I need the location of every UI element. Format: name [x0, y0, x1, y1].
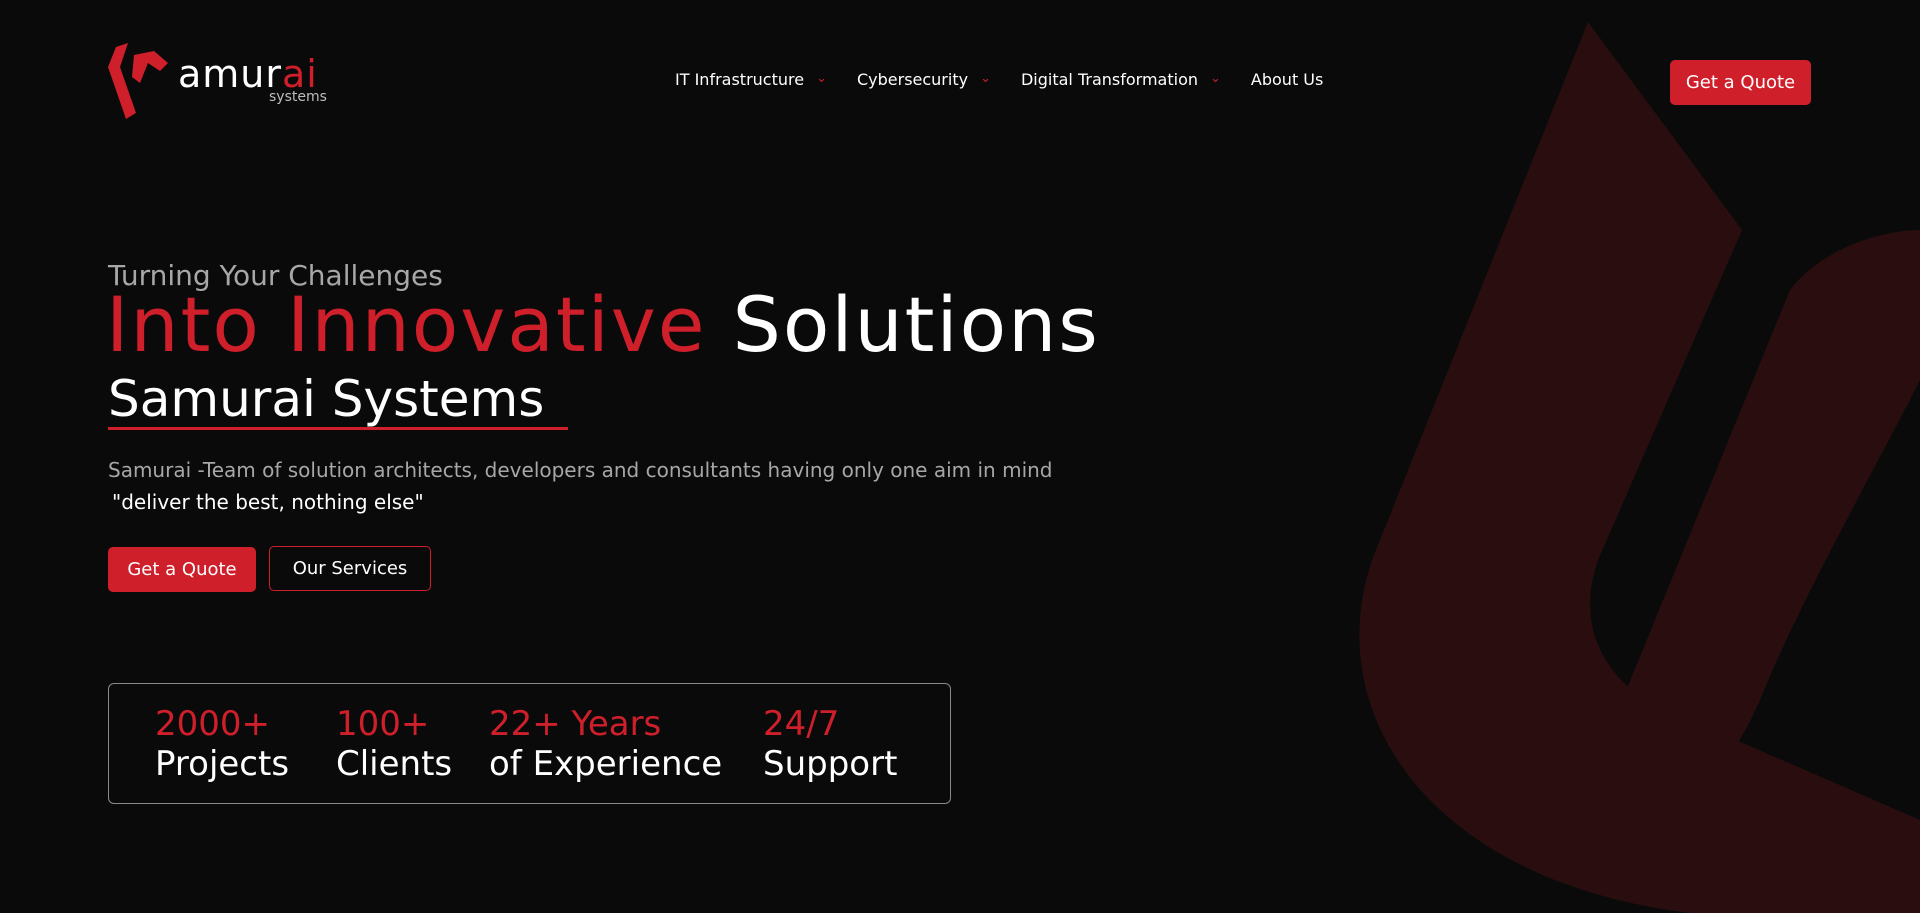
hero-headline-accent: Into Innovative: [106, 280, 707, 369]
hero-description: Samurai -Team of solution architects, de…: [108, 458, 1053, 482]
nav-item-digital-transformation[interactable]: Digital Transformation ⌄: [1021, 70, 1221, 89]
stat-label: Clients: [336, 743, 453, 784]
chevron-down-icon: ⌄: [1210, 71, 1221, 86]
chevron-down-icon: ⌄: [980, 71, 991, 86]
stat-projects: 2000+ Projects: [155, 704, 289, 784]
hero-headline-rest: Solutions: [732, 280, 1100, 369]
chevron-down-icon: ⌄: [816, 71, 827, 86]
logo-wordmark: amurai: [178, 55, 318, 93]
stat-value: 24/7: [763, 704, 840, 744]
stat-label: Support: [763, 743, 898, 784]
stat-experience: 22+ Years of Experience: [489, 704, 722, 784]
stat-support: 24/7 Support: [763, 704, 897, 784]
brand-underline: [108, 427, 568, 430]
stat-value: 22+ Years: [489, 704, 662, 744]
get-quote-button[interactable]: Get a Quote: [108, 547, 256, 592]
samurai-logo[interactable]: amurai systems: [106, 43, 336, 123]
nav-item-label: Cybersecurity: [856, 70, 969, 89]
nav-item-it-infrastructure[interactable]: IT Infrastructure ⌄: [675, 70, 827, 89]
nav-item-cybersecurity[interactable]: Cybersecurity ⌄: [857, 70, 991, 89]
nav-item-label: IT Infrastructure: [675, 70, 805, 89]
header-get-quote-button[interactable]: Get a Quote: [1670, 60, 1811, 105]
stats-panel: 2000+ Projects 100+ Clients 22+ Years of…: [108, 683, 951, 804]
stat-clients: 100+ Clients: [336, 704, 452, 784]
hero-headline: Into Innovative Solutions: [106, 283, 1100, 367]
logo-tagline: systems: [269, 89, 327, 105]
nav-item-label: About Us: [1250, 70, 1324, 89]
hero-brand-name: Samurai Systems: [108, 370, 545, 428]
nav-item-about-us[interactable]: About Us: [1251, 70, 1323, 89]
stat-value: 2000+: [155, 704, 271, 744]
stat-label: of Experience: [489, 743, 723, 784]
stat-value: 100+: [336, 704, 430, 744]
stat-label: Projects: [155, 743, 290, 784]
our-services-button[interactable]: Our Services: [269, 546, 431, 591]
samurai-logo-mark-icon: [108, 43, 168, 119]
main-navigation: IT Infrastructure ⌄ Cybersecurity ⌄ Digi…: [675, 70, 1323, 89]
logo-wordmark-prefix: amur: [178, 52, 283, 96]
nav-item-label: Digital Transformation: [1020, 70, 1198, 89]
hero-quote: "deliver the best, nothing else": [112, 490, 424, 514]
